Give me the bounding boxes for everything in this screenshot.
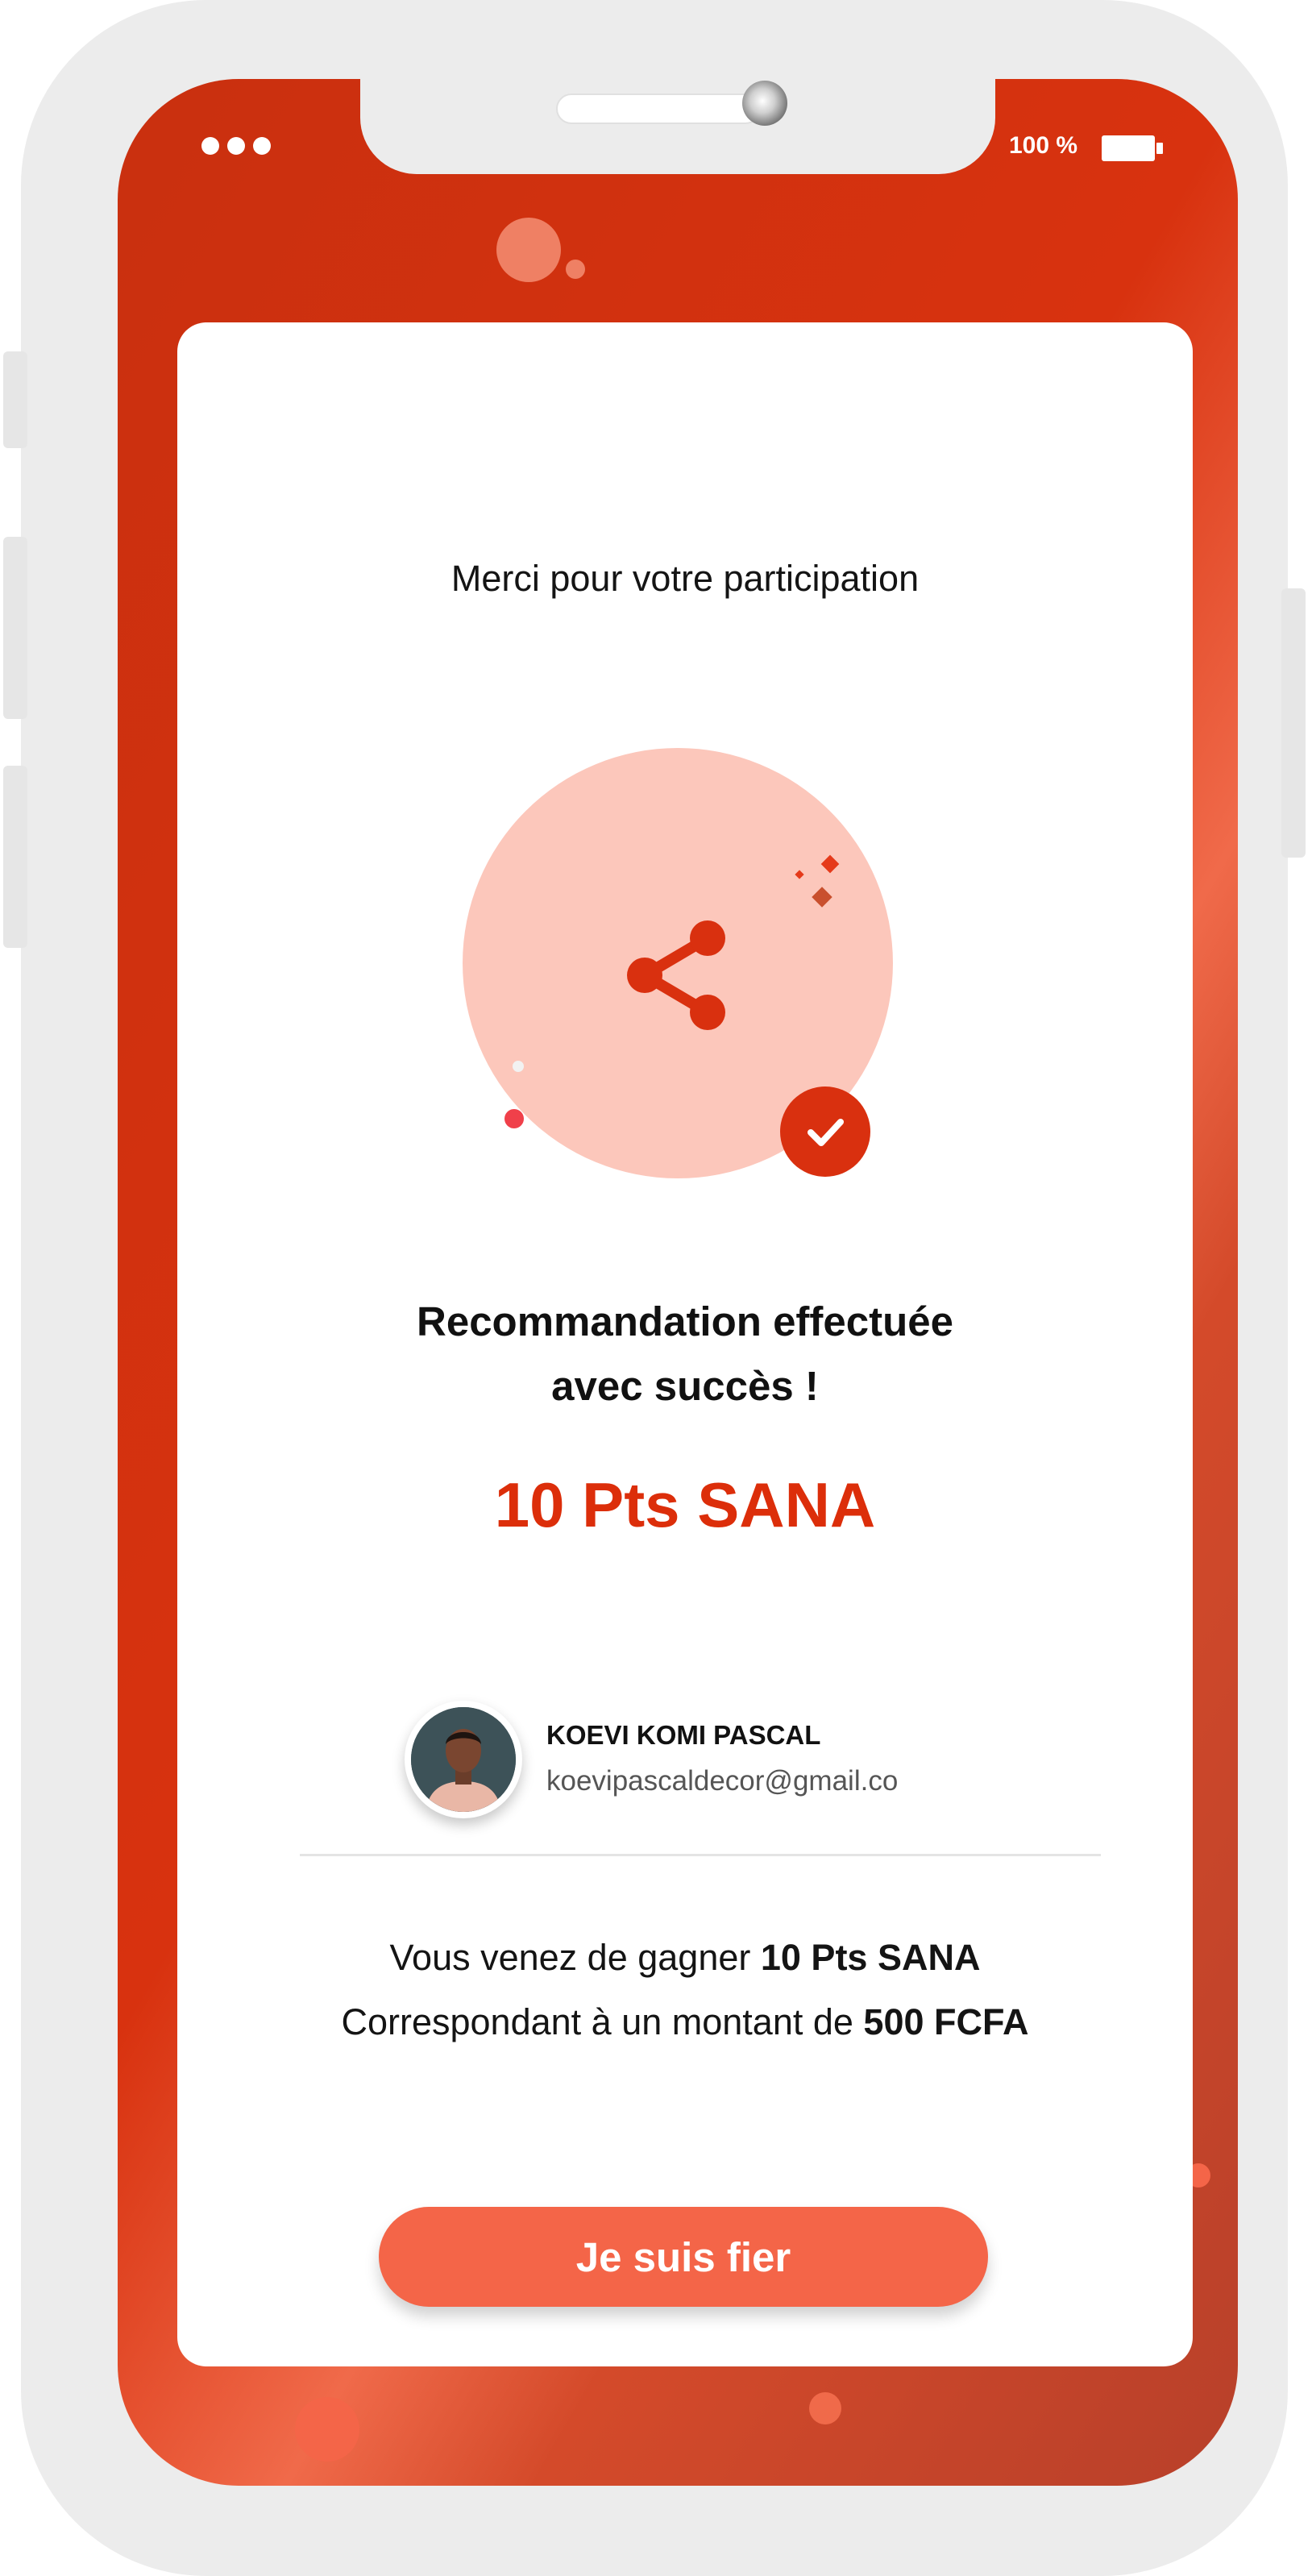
battery-icon	[1102, 135, 1163, 161]
phone-frame: 100 % Merci pour votre participation Rec…	[3, 0, 1306, 2576]
reward-points: 10 Pts SANA	[760, 1937, 981, 1978]
avatar	[405, 1701, 522, 1818]
reward-info-line-2: Correspondant à un montant de 500 FCFA	[177, 2001, 1193, 2043]
headline-line-2: avec succès !	[551, 1363, 819, 1409]
front-camera	[742, 81, 787, 126]
power-button	[1281, 588, 1306, 858]
reward-info-text: Correspondant à un montant de	[341, 2001, 864, 2042]
reward-info-line-1: Vous venez de gagner 10 Pts SANA	[177, 1937, 1193, 1979]
decor-bubble	[566, 260, 585, 279]
more-dots-icon	[201, 137, 271, 155]
proud-button[interactable]: Je suis fier	[379, 2207, 988, 2307]
speaker	[556, 93, 761, 124]
points-earned: 10 Pts SANA	[494, 1469, 876, 1540]
volume-down-button	[3, 766, 27, 948]
decor-bubble	[496, 218, 561, 282]
avatar-photo	[411, 1707, 516, 1812]
reward-info-text: Vous venez de gagner	[389, 1937, 761, 1978]
headline-line-1: Recommandation effectuée	[417, 1298, 953, 1344]
success-headline: Recommandation effectuée avec succès !	[177, 1290, 1193, 1419]
decor-dot	[513, 1061, 524, 1072]
check-icon	[808, 1119, 844, 1146]
battery-percentage: 100 %	[1009, 132, 1078, 159]
check-badge	[780, 1086, 870, 1177]
user-name: KOEVI KOMI PASCAL	[546, 1720, 821, 1750]
decor-bubble	[809, 2392, 841, 2424]
volume-up-button	[3, 537, 27, 719]
decor-dot	[504, 1109, 524, 1128]
thanks-message: Merci pour votre participation	[450, 558, 920, 599]
success-card: Merci pour votre participation Recommand…	[177, 322, 1193, 2366]
divider	[300, 1854, 1101, 1856]
share-icon	[627, 920, 725, 1030]
phone-screen: 100 % Merci pour votre participation Rec…	[118, 79, 1238, 2486]
decor-bubble	[295, 2397, 359, 2462]
user-email: koevipascaldecor@gmail.co	[546, 1765, 899, 1797]
reward-amount: 500 FCFA	[863, 2001, 1029, 2042]
mute-switch	[3, 351, 27, 448]
